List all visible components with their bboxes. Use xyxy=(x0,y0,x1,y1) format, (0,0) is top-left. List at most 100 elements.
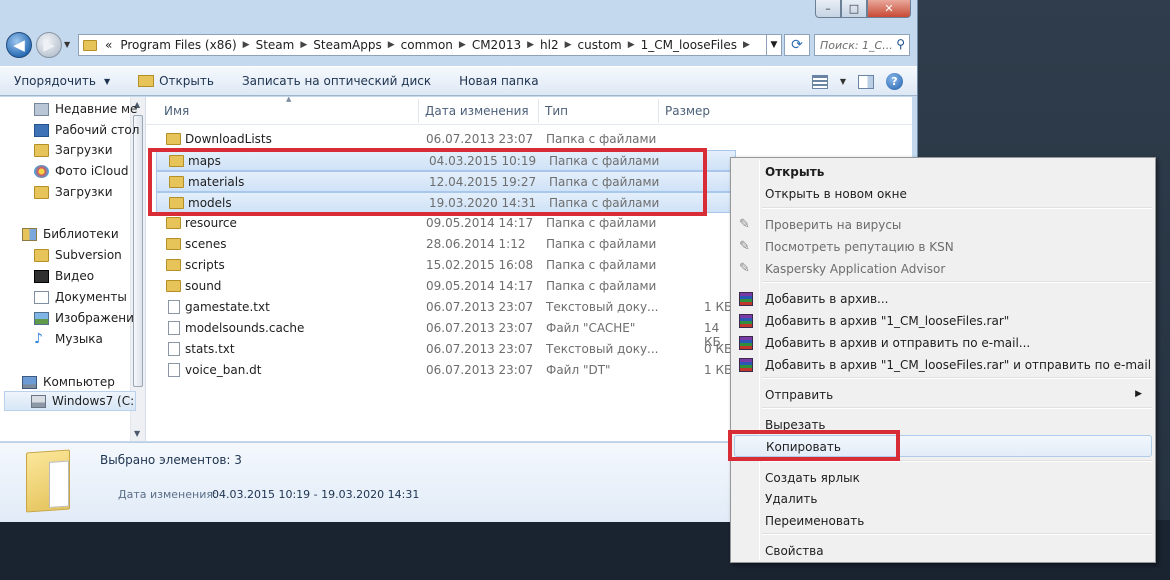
col-date[interactable]: Дата изменения xyxy=(425,104,529,118)
menu-item-label: Открыть xyxy=(765,165,825,179)
menu-item-label: Добавить в архив... xyxy=(765,292,889,306)
breadcrumb-chevron-icon[interactable]: ▶ xyxy=(298,40,309,50)
breadcrumb-chevron-icon[interactable]: ▶ xyxy=(626,40,637,50)
context-menu-item[interactable]: Удалить xyxy=(734,488,1152,510)
nav-item[interactable]: Рабочий стол xyxy=(34,120,139,140)
address-bar[interactable]: « Program Files (x86) ▶ Steam ▶ SteamApps ▶ co… xyxy=(78,34,778,56)
col-size[interactable]: Размер xyxy=(665,104,710,118)
view-dropdown-icon[interactable]: ▼ xyxy=(840,77,846,86)
breadcrumb-chevron-icon[interactable]: ▶ xyxy=(563,40,574,50)
nav-item[interactable]: Subversion xyxy=(34,245,122,265)
file-date: 09.05.2014 14:17 xyxy=(426,279,534,293)
context-menu-item[interactable]: Добавить в архив "1_CM_looseFiles.rar" и… xyxy=(734,354,1152,376)
breadcrumb-segment[interactable]: common xyxy=(397,38,457,52)
file-type: Файл "CACHE" xyxy=(546,321,636,335)
breadcrumb-chevron-icon[interactable]: ▶ xyxy=(525,40,536,50)
music-library-icon: ♪ xyxy=(34,330,43,347)
menu-item-label: Отправить xyxy=(765,388,834,402)
preview-pane-icon[interactable] xyxy=(858,74,874,89)
column-divider[interactable] xyxy=(418,99,419,123)
nav-item[interactable]: Компьютер xyxy=(22,372,115,392)
open-button[interactable]: Открыть xyxy=(124,74,228,88)
col-name[interactable]: Имя xyxy=(164,104,189,118)
search-icon[interactable]: ⚲ xyxy=(896,37,905,51)
nav-scroll-thumb[interactable] xyxy=(133,115,143,387)
file-row[interactable]: modelsounds.cache 06.07.2013 23:07 Файл "C… xyxy=(154,318,734,349)
breadcrumb-segment[interactable]: Steam xyxy=(252,38,299,52)
nav-scrollbar[interactable]: ▲ ▼ xyxy=(130,97,145,441)
folder-icon xyxy=(166,259,181,271)
context-menu-item[interactable]: Открыть в новом окне xyxy=(734,183,1152,205)
breadcrumb-segment[interactable]: SteamApps xyxy=(309,38,385,52)
new-folder-button[interactable]: Новая папка xyxy=(445,74,552,88)
col-type[interactable]: Тип xyxy=(545,104,568,118)
nav-item[interactable]: Windows7 (C: xyxy=(4,391,136,411)
scroll-down-icon[interactable]: ▼ xyxy=(134,429,140,438)
burn-disc-button[interactable]: Записать на оптический диск xyxy=(228,74,445,88)
menu-item-label: Свойства xyxy=(765,544,824,558)
menu-item-label: Создать ярлык xyxy=(765,471,860,485)
nav-item[interactable]: Фото iCloud xyxy=(34,161,128,181)
file-row[interactable]: sound 09.05.2014 14:17 Папка с файлами xyxy=(154,276,734,297)
breadcrumb-chevron-icon[interactable]: ▶ xyxy=(241,40,252,50)
file-icon xyxy=(168,363,180,377)
file-date: 15.02.2015 16:08 xyxy=(426,258,534,272)
minimize-button[interactable]: – xyxy=(815,0,841,18)
column-divider[interactable] xyxy=(538,99,539,123)
file-row[interactable]: resource 09.05.2014 14:17 Папка с файлами xyxy=(154,213,734,234)
context-menu-item[interactable]: Переименовать xyxy=(734,510,1152,532)
breadcrumb-segment[interactable]: CM2013 xyxy=(468,38,525,52)
file-row[interactable]: scripts 15.02.2015 16:08 Папка с файлами xyxy=(154,255,734,276)
nav-item[interactable]: ♪ Музыка xyxy=(34,329,103,349)
change-view-icon[interactable] xyxy=(811,74,828,89)
file-row[interactable]: scenes 28.06.2014 1:12 Папка с файлами xyxy=(154,234,734,255)
date-modified-value: 04.03.2015 10:19 - 19.03.2020 14:31 xyxy=(212,488,420,501)
nav-item[interactable]: Недавние ме xyxy=(34,99,137,119)
file-row[interactable]: voice_ban.dt 06.07.2013 23:07 Файл "DT" 1 К… xyxy=(154,360,734,381)
recent-pages-dropdown[interactable]: ▼ xyxy=(64,40,70,49)
menu-item-label: Добавить в архив "1_CM_looseFiles.rar" и… xyxy=(765,358,1152,372)
context-menu-item[interactable]: Отправить ▶ xyxy=(734,384,1152,406)
context-menu-item[interactable]: Добавить в архив и отправить по e-mail..… xyxy=(734,332,1152,354)
address-overflow[interactable]: « xyxy=(101,38,116,52)
column-divider[interactable] xyxy=(658,99,659,123)
context-menu: Открыть Открыть в новом окне ✎ Проверить на… xyxy=(730,157,1156,563)
menu-item-label: Посмотреть репутацию в KSN xyxy=(765,240,954,254)
nav-item[interactable]: Загрузки xyxy=(34,140,113,160)
file-type: Папка с файлами xyxy=(546,279,657,293)
nav-item-label: Документы xyxy=(55,290,127,304)
context-menu-item[interactable]: Открыть xyxy=(734,161,1152,183)
nav-item[interactable]: Видео xyxy=(34,266,94,286)
file-row[interactable]: DownloadLists 06.07.2013 23:07 Папка с фай… xyxy=(154,129,734,150)
context-menu-item[interactable]: Свойства xyxy=(734,540,1152,562)
close-button[interactable]: ✕ xyxy=(867,0,911,18)
breadcrumb-chevron-icon[interactable]: ▶ xyxy=(741,40,752,50)
back-button[interactable]: ◀ xyxy=(6,32,32,58)
breadcrumb-chevron-icon[interactable]: ▶ xyxy=(457,40,468,50)
nav-item[interactable]: Изображени xyxy=(34,308,134,328)
nav-item[interactable]: Загрузки xyxy=(34,182,113,202)
organize-button[interactable]: Упорядочить ▼ xyxy=(0,74,124,88)
maximize-button[interactable]: □ xyxy=(841,0,867,18)
window-controls: – □ ✕ xyxy=(815,0,911,18)
refresh-button[interactable]: ⟳ xyxy=(784,34,810,56)
nav-item[interactable]: Документы xyxy=(34,287,127,307)
breadcrumb-segment[interactable]: Program Files (x86) xyxy=(116,38,240,52)
nav-item[interactable]: Библиотеки xyxy=(22,224,119,244)
breadcrumb-segment[interactable]: custom xyxy=(574,38,626,52)
help-icon[interactable]: ? xyxy=(886,73,903,90)
menu-separator xyxy=(762,207,1152,209)
file-type: Папка с файлами xyxy=(546,237,657,251)
forward-button[interactable]: ▶ xyxy=(36,32,62,58)
file-row[interactable]: stats.txt 06.07.2013 23:07 Текстовый доку.… xyxy=(154,339,734,360)
breadcrumb-segment[interactable]: hl2 xyxy=(536,38,563,52)
context-menu-item[interactable]: Добавить в архив... xyxy=(734,288,1152,310)
context-menu-item[interactable]: Добавить в архив "1_CM_looseFiles.rar" xyxy=(734,310,1152,332)
breadcrumb-segment[interactable]: 1_CM_looseFiles xyxy=(637,38,741,52)
breadcrumb-chevron-icon[interactable]: ▶ xyxy=(386,40,397,50)
file-row[interactable]: gamestate.txt 06.07.2013 23:07 Текстовый д… xyxy=(154,297,734,318)
address-dropdown[interactable]: ▼ xyxy=(766,34,782,56)
menu-item-label: Добавить в архив "1_CM_looseFiles.rar" xyxy=(765,314,1010,328)
search-input[interactable]: Поиск: 1_C... ⚲ xyxy=(814,34,910,56)
context-menu-item[interactable]: Создать ярлык xyxy=(734,467,1152,489)
